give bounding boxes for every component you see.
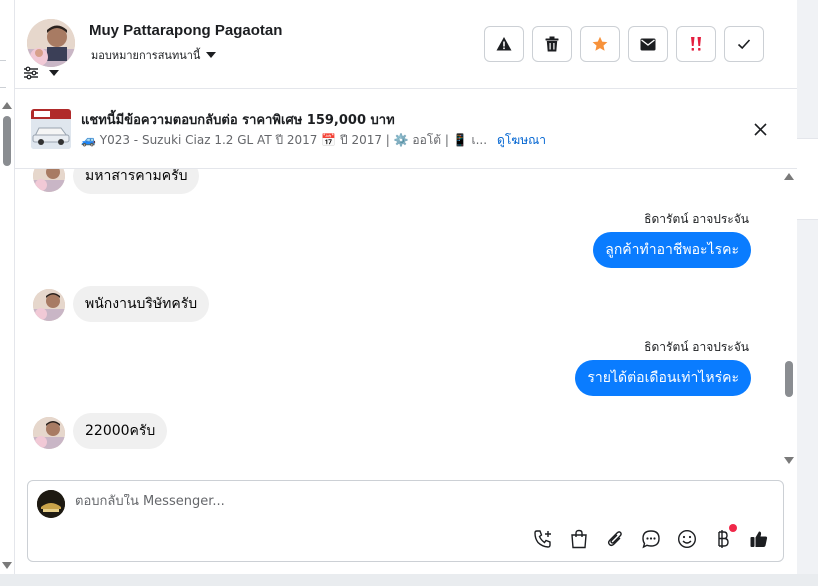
baht-icon: [718, 530, 729, 548]
chevron-down-icon: [206, 52, 217, 58]
neighbor-panel-card: [797, 138, 818, 220]
ad-title: แชทนี้มีข้อความตอบกลับต่อ ราคาพิเศษ 159,…: [81, 113, 395, 128]
emoji-button[interactable]: [675, 527, 699, 551]
contact-name[interactable]: Muy Pattarapong Pagaotan: [89, 22, 282, 39]
incoming-message[interactable]: พนักงานบริษัทครับ: [73, 286, 210, 322]
contact-photo: [33, 169, 65, 192]
page-bottom-edge: [0, 574, 818, 586]
close-icon: [753, 122, 767, 136]
star-button[interactable]: [580, 26, 620, 62]
filter-settings-button[interactable]: [23, 66, 59, 80]
neighbor-panel-edge: [797, 0, 818, 586]
emoji-icon: [677, 529, 697, 549]
composer-toolbar: [531, 524, 771, 551]
outgoing-message[interactable]: รายได้ต่อเดือนเท่าไหร่คะ: [575, 360, 751, 396]
mark-unread-button[interactable]: [628, 26, 668, 62]
chevron-down-icon: [49, 70, 59, 76]
conversation-actions: [484, 26, 764, 62]
payment-button[interactable]: [711, 524, 737, 551]
contact-avatar-small[interactable]: [33, 289, 65, 321]
scroll-up-arrow[interactable]: [2, 102, 12, 109]
assign-conversation-dropdown[interactable]: มอบหมายการสนทนานี้: [91, 46, 217, 64]
delete-button[interactable]: [532, 26, 572, 62]
thumbs-up-icon: [750, 531, 768, 547]
incoming-message[interactable]: 22000ครับ: [73, 413, 168, 449]
conversation-header: Muy Pattarapong Pagaotan มอบหมายการสนทนา…: [15, 0, 797, 89]
see-ad-link[interactable]: ดูโฆษณา: [497, 131, 546, 150]
conversation-panel: Muy Pattarapong Pagaotan มอบหมายการสนทนา…: [15, 0, 797, 574]
outgoing-message[interactable]: ลูกค้าทำอาชีพอะไรคะ: [593, 232, 751, 268]
ad-reply-banner: แชทนี้มีข้อความตอบกลับต่อ ราคาพิเศษ 159,…: [15, 89, 797, 169]
contact-photo: [33, 289, 65, 321]
contact-avatar-small[interactable]: [33, 169, 65, 192]
call-add-button[interactable]: [531, 527, 555, 551]
message-sender: ธิดารัตน์ อาจประจัน: [644, 212, 749, 226]
report-button[interactable]: [484, 26, 524, 62]
shop-button[interactable]: [567, 527, 591, 551]
thread-scrollbar-thumb[interactable]: [785, 361, 793, 397]
contact-photo: [27, 19, 75, 67]
contact-avatar[interactable]: [27, 19, 75, 67]
car-photo: [31, 109, 71, 149]
thread-scroll-up-arrow[interactable]: [784, 173, 794, 180]
double-exclamation-icon: [691, 37, 701, 51]
like-button[interactable]: [747, 527, 771, 551]
saved-replies-button[interactable]: [639, 527, 663, 551]
inbox-scrollbar-thumb[interactable]: [3, 116, 11, 166]
trash-icon: [545, 36, 559, 52]
saved-reply-icon: [642, 530, 660, 549]
ad-details-text: 🚙 Y023 - Suzuki Ciaz 1.2 GL AT ปี 2017 📅…: [81, 133, 488, 147]
call-add-icon: [534, 530, 551, 548]
checkmark-icon: [737, 39, 751, 50]
thread-scroll-down-arrow[interactable]: [784, 457, 794, 464]
message-thread: มหาสารคามครับ ธิดารัตน์ อาจประจัน ลูกค้า…: [15, 169, 797, 469]
page-avatar: [37, 490, 65, 518]
contact-avatar-small[interactable]: [33, 417, 65, 449]
notification-dot: [729, 524, 737, 532]
sliders-icon: [24, 66, 38, 80]
scroll-down-arrow[interactable]: [2, 562, 12, 569]
warning-triangle-icon: [496, 37, 512, 51]
shopping-bag-icon: [571, 529, 587, 549]
ad-car-thumbnail[interactable]: [31, 109, 71, 149]
incoming-message[interactable]: มหาสารคามครับ: [73, 169, 200, 194]
reply-composer: [27, 480, 784, 562]
page-logo: [37, 490, 65, 518]
envelope-icon: [640, 38, 656, 50]
assign-label: มอบหมายการสนทนานี้: [91, 49, 201, 62]
star-icon: [592, 36, 608, 51]
close-banner-button[interactable]: [748, 117, 772, 141]
contact-photo: [33, 417, 65, 449]
attach-button[interactable]: [603, 527, 627, 551]
paperclip-icon: [607, 531, 622, 547]
list-divider: [0, 60, 6, 88]
follow-up-button[interactable]: [676, 26, 716, 62]
message-sender: ธิดารัตน์ อาจประจัน: [644, 340, 749, 354]
mark-done-button[interactable]: [724, 26, 764, 62]
ad-details: 🚙 Y023 - Suzuki Ciaz 1.2 GL AT ปี 2017 📅…: [81, 131, 546, 150]
inbox-list-edge: [0, 0, 15, 574]
reply-input[interactable]: [75, 494, 755, 509]
